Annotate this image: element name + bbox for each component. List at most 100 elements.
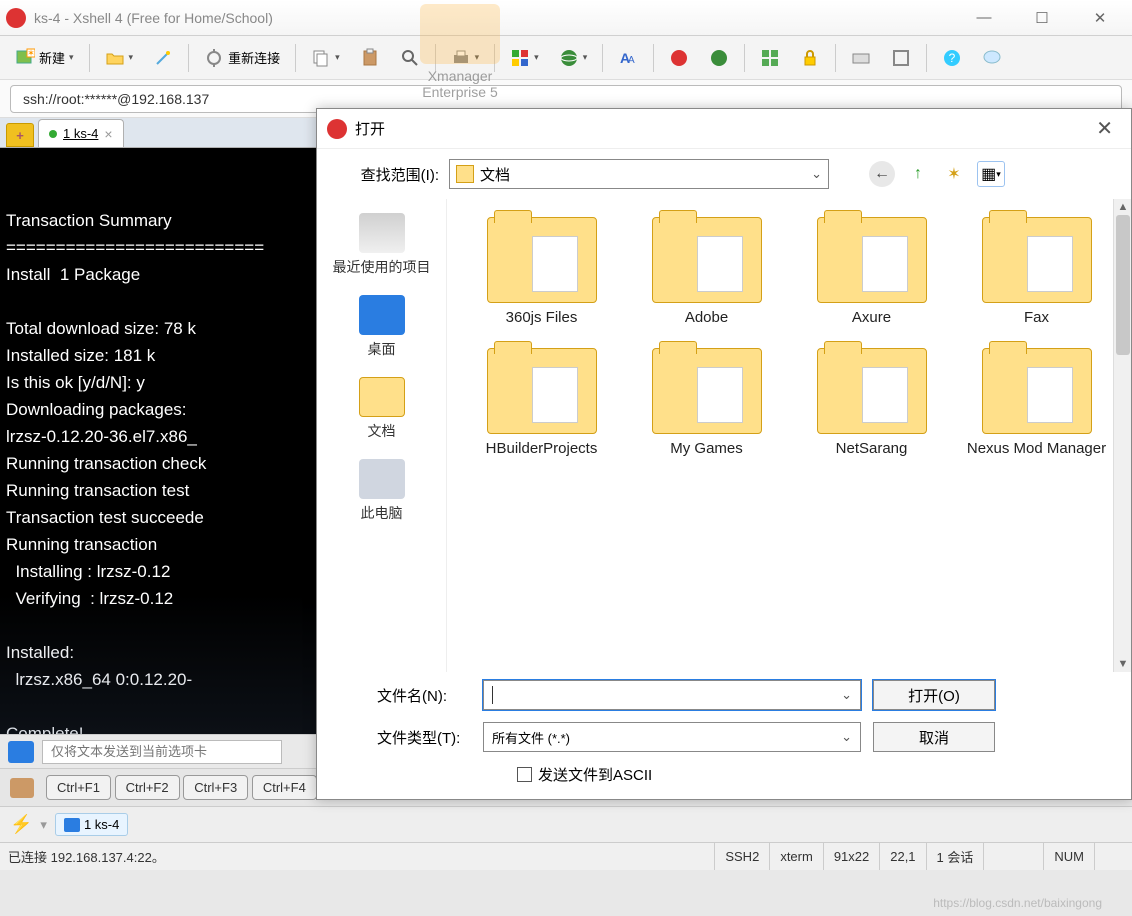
lock-button[interactable] (793, 43, 827, 73)
scroll-thumb[interactable] (1116, 215, 1130, 355)
file-item[interactable]: Fax (956, 209, 1117, 334)
chat-button[interactable] (975, 43, 1009, 73)
scroll-up-button[interactable]: ▲ (1114, 199, 1131, 215)
reconnect-button[interactable]: 重新连接 (197, 43, 287, 73)
ascii-checkbox-label: 发送文件到ASCII (538, 764, 652, 785)
thispc-icon (359, 459, 405, 499)
file-item-label: NetSarang (836, 440, 908, 457)
copy-icon (311, 48, 331, 68)
nav-newfolder-button[interactable]: ✶ (941, 161, 967, 187)
tile-button[interactable] (753, 43, 787, 73)
status-ssh: SSH2 (714, 843, 769, 870)
copy-button[interactable]: ▾ (304, 43, 347, 73)
lookin-combo[interactable]: 文档 ⌄ (449, 159, 829, 189)
file-item-label: Axure (852, 309, 891, 326)
chevron-down-icon: ⌄ (841, 729, 852, 745)
ascii-checkbox-row[interactable]: 发送文件到ASCII (517, 764, 1117, 785)
file-item[interactable]: Nexus Mod Manager (956, 340, 1117, 465)
tab-label: 1 ks-4 (63, 126, 98, 141)
font-icon: AA (618, 48, 638, 68)
nav-up-button[interactable]: ↑ (905, 161, 931, 187)
minimize-button[interactable]: — (966, 6, 1002, 30)
ascii-checkbox[interactable] (517, 767, 532, 782)
print-button[interactable]: ▾ (444, 43, 487, 73)
file-list-scrollbar[interactable]: ▲ ▼ (1113, 199, 1131, 672)
file-item[interactable]: 360js Files (461, 209, 622, 334)
cancel-button[interactable]: 取消 (873, 722, 995, 752)
palette-icon (510, 48, 530, 68)
file-item[interactable]: My Games (626, 340, 787, 465)
status-sessions: 1 会话 (926, 843, 984, 870)
open-file-dialog: 打开 ✕ 查找范围(I): 文档 ⌄ ← ↑ ✶ ▦▾ 最近使用的项目 桌面 文… (316, 108, 1132, 800)
chevron-down-icon: ⌄ (841, 687, 852, 703)
filename-input[interactable]: ⌄ (483, 680, 861, 710)
place-documents[interactable]: 文档 (359, 377, 405, 441)
place-recent[interactable]: 最近使用的项目 (333, 213, 431, 277)
new-tab-button[interactable]: + (6, 123, 34, 147)
find-button[interactable] (393, 43, 427, 73)
place-thispc[interactable]: 此电脑 (359, 459, 405, 523)
app-icon (6, 8, 26, 28)
close-button[interactable]: ✕ (1082, 6, 1118, 30)
session-chip[interactable]: 1 ks-4 (55, 813, 128, 836)
scroll-down-button[interactable]: ▼ (1114, 656, 1131, 672)
filetype-label: 文件类型(T): (331, 727, 471, 748)
nav-back-button[interactable]: ← (869, 161, 895, 187)
fkey-ctrl-f1[interactable]: Ctrl+F1 (46, 775, 111, 800)
open-button[interactable]: 打开(O) (873, 680, 995, 710)
filetype-combo[interactable]: 所有文件 (*.*)⌄ (483, 722, 861, 752)
status-bar: 已连接 192.168.137.4:22。 SSH2 xterm 91x22 2… (0, 842, 1132, 870)
dialog-titlebar[interactable]: 打开 ✕ (317, 109, 1131, 149)
session-chip-label: 1 ks-4 (84, 817, 119, 832)
dialog-close-button[interactable]: ✕ (1088, 114, 1121, 143)
fkey-ctrl-f2[interactable]: Ctrl+F2 (115, 775, 180, 800)
keyboard-button[interactable] (844, 43, 878, 73)
file-item[interactable]: Adobe (626, 209, 787, 334)
fkey-ctrl-f3[interactable]: Ctrl+F3 (183, 775, 248, 800)
status-term: xterm (769, 843, 823, 870)
dialog-lookin-row: 查找范围(I): 文档 ⌄ ← ↑ ✶ ▦▾ (317, 149, 1131, 199)
session-icon (64, 818, 80, 832)
file-item[interactable]: Axure (791, 209, 952, 334)
folder-icon (982, 217, 1092, 303)
file-list-pane[interactable]: 360js FilesAdobe Axure Fax HBuilderProjects… (447, 199, 1131, 672)
nav-view-button[interactable]: ▦▾ (977, 161, 1005, 187)
new-button[interactable]: ✶ 新建▾ (8, 43, 81, 73)
tab-ks4[interactable]: 1 ks-4 × (38, 119, 124, 147)
session-bar: ⚡ ▾ 1 ks-4 (0, 806, 1132, 842)
status-caps (983, 843, 1043, 870)
file-item-label: Fax (1024, 309, 1049, 326)
tab-close-button[interactable]: × (104, 126, 112, 142)
paste-button[interactable] (353, 43, 387, 73)
fullscreen-button[interactable] (884, 43, 918, 73)
folder-icon (652, 217, 762, 303)
xftp-icon (709, 48, 729, 68)
file-item[interactable]: HBuilderProjects (461, 340, 622, 465)
folder-icon (487, 217, 597, 303)
xshell-button[interactable] (662, 43, 696, 73)
maximize-button[interactable]: ☐ (1024, 6, 1060, 30)
folder-icon (487, 348, 597, 434)
quick-send-input[interactable] (42, 740, 282, 764)
open-button[interactable]: ▾ (98, 43, 141, 73)
encoding-button[interactable]: ▾ (552, 43, 595, 73)
properties-button[interactable] (146, 43, 180, 73)
fkey-ctrl-f4[interactable]: Ctrl+F4 (252, 775, 317, 800)
title-bar: ks-4 - Xshell 4 (Free for Home/School) X… (0, 0, 1132, 36)
documents-icon (359, 377, 405, 417)
status-connection: 已连接 192.168.137.4:22。 (8, 847, 714, 866)
dialog-app-icon (327, 119, 347, 139)
main-toolbar: ✶ 新建▾ ▾ 重新连接 ▾ ▾ ▾ ▾ AA ? (0, 36, 1132, 80)
print-icon (451, 48, 471, 68)
file-item[interactable]: NetSarang (791, 340, 952, 465)
chat-icon (982, 48, 1002, 68)
new-button-label: 新建 (39, 48, 65, 67)
color-button[interactable]: ▾ (503, 43, 546, 73)
folder-icon (652, 348, 762, 434)
chevron-down-icon: ⌄ (811, 166, 822, 182)
help-button[interactable]: ? (935, 43, 969, 73)
xftp-button[interactable] (702, 43, 736, 73)
place-desktop[interactable]: 桌面 (359, 295, 405, 359)
folder-open-icon (105, 48, 125, 68)
font-button[interactable]: AA (611, 43, 645, 73)
